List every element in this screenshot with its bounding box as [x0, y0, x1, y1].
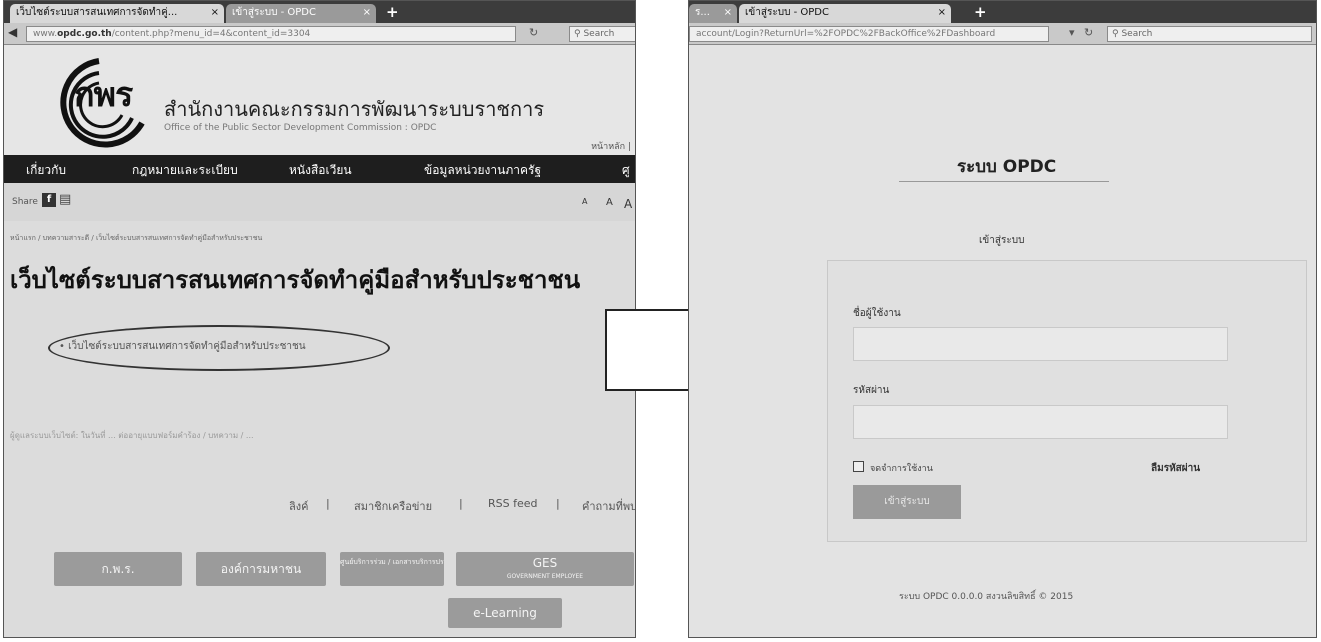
- share-bar: Share f ▤ A A A: [4, 183, 635, 221]
- back-arrow-icon[interactable]: ◀: [8, 25, 17, 39]
- search-input[interactable]: ⚲ Search: [569, 26, 635, 42]
- address-input[interactable]: www.opdc.go.th/content.php?menu_id=4&con…: [26, 26, 516, 42]
- site-header: กพร สำนักงานคณะกรรมการพัฒนาระบบราชการ Of…: [4, 45, 635, 155]
- search-input[interactable]: ⚲ Search: [1107, 26, 1312, 42]
- opdc-banner-button[interactable]: ก.พ.ร.: [54, 552, 182, 586]
- footer-link-links[interactable]: ลิงค์: [289, 497, 308, 515]
- header-home-link[interactable]: หน้าหลัก |: [591, 139, 631, 153]
- tab-handbook-site[interactable]: เว็บไซต์ระบบสารสนเทศการจัดทำคู่... ×: [10, 4, 224, 23]
- copyright-footer: ระบบ OPDC 0.0.0.0 สงวนลิขสิทธิ์ © 2015: [899, 592, 1074, 602]
- page-title: เว็บไซต์ระบบสารสนเทศการจัดทำคู่มือสำหรับ…: [10, 266, 581, 294]
- org-name-thai: สำนักงานคณะกรรมการพัฒนาระบบราชการ: [164, 97, 545, 121]
- highlight-oval: [48, 325, 390, 371]
- right-tab-bar: ร... × เข้าสู่ระบบ - OPDC × +: [689, 1, 1316, 23]
- left-tab-bar: เว็บไซต์ระบบสารสนเทศการจัดทำคู่... × เข้…: [4, 1, 635, 23]
- right-browser-window: ร... × เข้าสู่ระบบ - OPDC × + account/Lo…: [688, 0, 1317, 638]
- system-title: ระบบ OPDC: [957, 157, 1057, 177]
- footer-link-rss[interactable]: RSS feed: [488, 497, 538, 510]
- elearning-banner-button[interactable]: e-Learning: [448, 598, 562, 628]
- login-heading: เข้าสู่ระบบ: [979, 235, 1025, 246]
- ges-banner-button[interactable]: GES GOVERNMENT EMPLOYEE: [456, 552, 634, 586]
- tab-previous[interactable]: ร... ×: [689, 4, 737, 23]
- dropdown-icon[interactable]: ▾: [1069, 26, 1075, 39]
- close-icon[interactable]: ×: [363, 4, 371, 22]
- search-icon: ⚲: [1112, 29, 1119, 39]
- logo-text: กพร: [74, 76, 133, 114]
- nav-more[interactable]: ศู: [622, 161, 630, 180]
- update-note: ผู้ดูแลระบบเว็บไซต์: ในวันที่ ... ต่ออาย…: [10, 431, 254, 440]
- nav-circulars[interactable]: หนังสือเวียน: [289, 161, 352, 180]
- close-icon[interactable]: ×: [211, 4, 219, 22]
- footer-sep: |: [326, 497, 330, 510]
- remember-checkbox[interactable]: [853, 461, 864, 472]
- username-input[interactable]: [853, 327, 1228, 361]
- new-tab-icon[interactable]: +: [386, 3, 399, 21]
- title-divider: [899, 181, 1109, 182]
- left-browser-window: เว็บไซต์ระบบสารสนเทศการจัดทำคู่... × เข้…: [3, 0, 636, 638]
- font-size-small[interactable]: A: [582, 197, 587, 206]
- url-path: /content.php?menu_id=4&content_id=3304: [111, 29, 311, 39]
- footer-link-members[interactable]: สมาชิกเครือข่าย: [354, 497, 432, 515]
- nav-about[interactable]: เกี่ยวกับ: [26, 161, 66, 180]
- tab-label: เข้าสู่ระบบ - OPDC: [745, 7, 829, 18]
- tab-login-opdc[interactable]: เข้าสู่ระบบ - OPDC ×: [739, 4, 951, 23]
- service-center-banner-button[interactable]: ศูนย์บริการร่วม / เอกสารบริการประชาชน: [340, 552, 444, 586]
- share-label: Share: [12, 197, 38, 207]
- search-placeholder: Search: [583, 29, 615, 39]
- tab-label: เข้าสู่ระบบ - OPDC: [232, 7, 316, 18]
- font-size-medium[interactable]: A: [606, 197, 613, 208]
- nav-agencies[interactable]: ข้อมูลหน่วยงานภาครัฐ: [424, 161, 541, 180]
- ges-label: GES: [532, 556, 558, 570]
- password-input[interactable]: [853, 405, 1228, 439]
- main-nav: เกี่ยวกับ กฎหมายและระเบียบ หนังสือเวียน …: [4, 155, 635, 183]
- reload-icon[interactable]: ↻: [529, 26, 538, 39]
- close-icon[interactable]: ×: [724, 4, 732, 22]
- username-label: ชื่อผู้ใช้งาน: [853, 308, 901, 319]
- facebook-icon[interactable]: f: [42, 193, 56, 207]
- footer-sep: |: [556, 497, 560, 510]
- nav-laws[interactable]: กฎหมายและระเบียบ: [132, 161, 238, 180]
- tab-label: เว็บไซต์ระบบสารสนเทศการจัดทำคู่...: [16, 7, 178, 18]
- tab-label: ร...: [695, 7, 710, 18]
- org-name-english: Office of the Public Sector Development …: [164, 123, 437, 133]
- remember-label[interactable]: จดจำการใช้งาน: [870, 461, 933, 475]
- forgot-password-link[interactable]: ลืมรหัสผ่าน: [1151, 461, 1200, 476]
- new-tab-icon[interactable]: +: [974, 3, 987, 21]
- password-label: รหัสผ่าน: [853, 385, 890, 396]
- close-icon[interactable]: ×: [938, 4, 946, 22]
- tab-login-opdc[interactable]: เข้าสู่ระบบ - OPDC ×: [226, 4, 376, 23]
- search-icon: ⚲: [574, 29, 581, 39]
- ges-sub-label: GOVERNMENT EMPLOYEE: [506, 573, 584, 580]
- footer-link-faq[interactable]: คำถามที่พบ: [582, 497, 635, 515]
- login-button[interactable]: เข้าสู่ระบบ: [853, 485, 961, 519]
- left-url-bar: ◀ www.opdc.go.th/content.php?menu_id=4&c…: [4, 23, 635, 45]
- search-placeholder: Search: [1121, 29, 1153, 39]
- print-icon[interactable]: ▤: [59, 192, 71, 207]
- address-input[interactable]: account/Login?ReturnUrl=%2FOPDC%2FBackOf…: [689, 26, 1049, 42]
- public-org-banner-button[interactable]: องค์การมหาชน: [196, 552, 326, 586]
- font-size-large[interactable]: A: [624, 197, 632, 211]
- url-prefix: www.: [33, 29, 58, 39]
- reload-icon[interactable]: ↻: [1084, 26, 1093, 39]
- right-url-bar: account/Login?ReturnUrl=%2FOPDC%2FBackOf…: [689, 23, 1316, 45]
- breadcrumb[interactable]: หน้าแรก / บทความสาระดี / เว็บไซต์ระบบสาร…: [10, 233, 262, 244]
- url-domain: opdc.go.th: [57, 29, 112, 39]
- footer-sep: |: [459, 497, 463, 510]
